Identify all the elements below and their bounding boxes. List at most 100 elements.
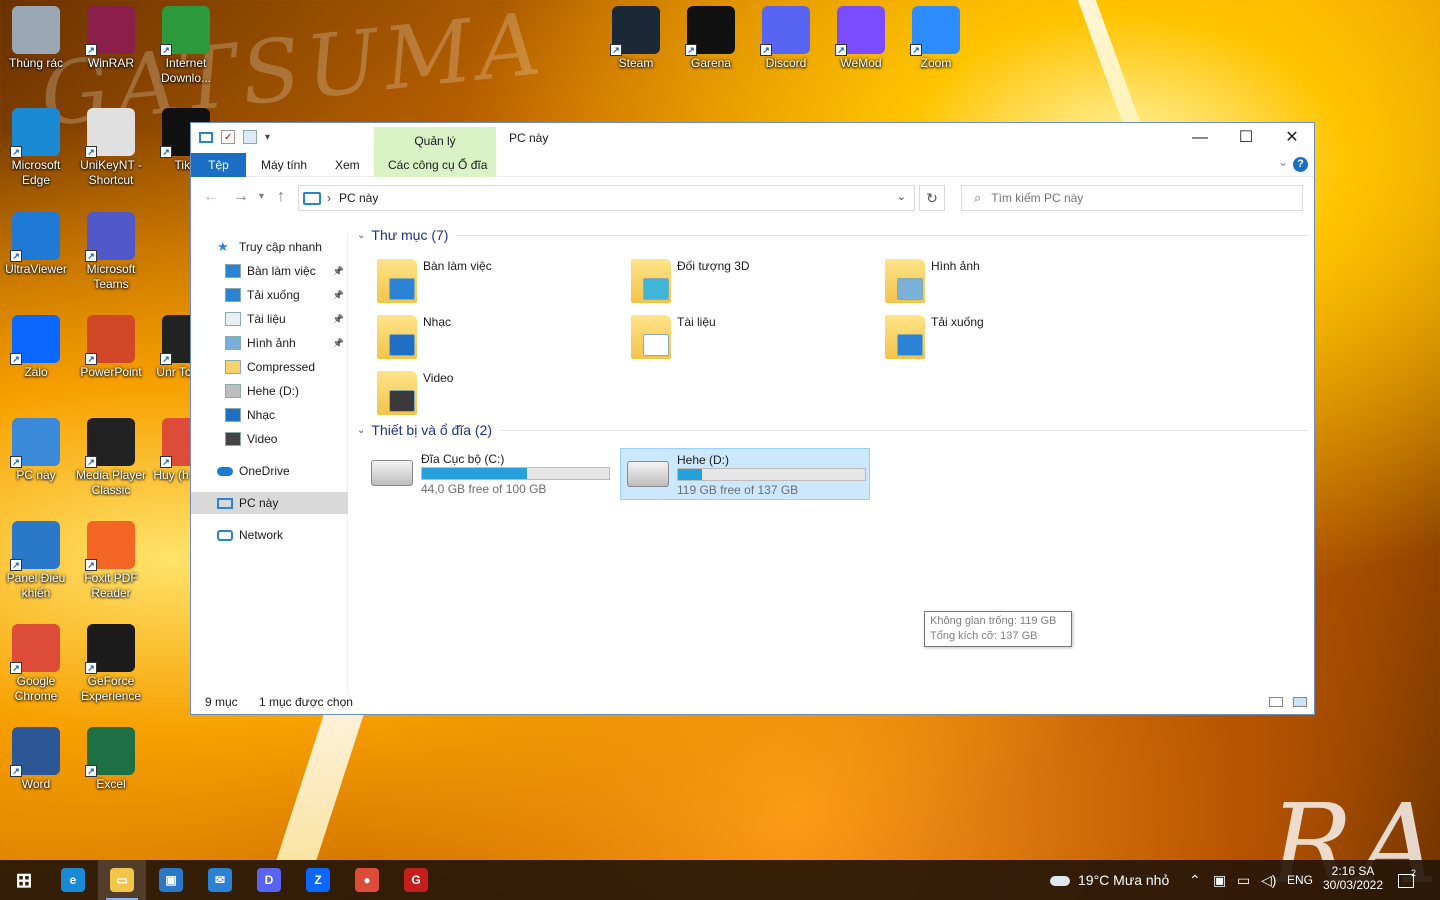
- details-view-icon[interactable]: [1269, 697, 1283, 707]
- drive-item[interactable]: Hehe (D:) 119 GB free of 137 GB: [620, 448, 870, 500]
- nav-onedrive[interactable]: OneDrive: [191, 460, 348, 482]
- search-input[interactable]: [991, 191, 1282, 205]
- drive-item[interactable]: Đĩa Cục bộ (C:) 44,0 GB free of 100 GB: [365, 448, 615, 500]
- desktop-icon-label: Microsoft Teams: [86, 262, 136, 291]
- tab-file[interactable]: Tệp: [191, 153, 246, 177]
- help-icon[interactable]: ?: [1293, 157, 1308, 172]
- taskbar-edge[interactable]: e: [49, 860, 97, 900]
- collapse-icon[interactable]: ⌄: [357, 230, 365, 241]
- desktop-icon-9[interactable]: ↗ Zalo: [0, 315, 74, 380]
- nav-item-4[interactable]: Hình ảnh 📌: [191, 332, 348, 354]
- nav-item-3[interactable]: Tài liệu 📌: [191, 308, 348, 330]
- taskbar-chrome-profile[interactable]: ●: [343, 860, 391, 900]
- title-bar[interactable]: ✓ ▾ Quản lý PC này — ☐ ✕: [191, 123, 1314, 153]
- show-hidden-icons[interactable]: ⌃: [1189, 860, 1201, 900]
- desktop-icon-17[interactable]: ↗ Google Chrome: [0, 624, 74, 704]
- folder-item[interactable]: Tải xuống: [885, 315, 1135, 365]
- desktop-icon-10[interactable]: ↗ PowerPoint: [73, 315, 149, 380]
- maximize-button[interactable]: ☐: [1223, 123, 1269, 153]
- pin-icon[interactable]: 📌: [333, 260, 344, 282]
- taskbar-start-button[interactable]: ⊞: [0, 860, 48, 900]
- folder-item[interactable]: Bàn làm việc: [377, 259, 627, 309]
- search-box[interactable]: ⌕: [961, 185, 1303, 211]
- nav-this-pc[interactable]: PC này: [191, 492, 348, 514]
- desktop-icon-8[interactable]: ↗ Microsoft Teams: [73, 212, 149, 292]
- back-arrow-icon[interactable]: ←: [203, 188, 219, 206]
- chevron-down-icon[interactable]: ⌄: [897, 190, 906, 203]
- recent-dropdown-icon[interactable]: ▾: [259, 191, 264, 202]
- desktop-icon-1[interactable]: Thùng rác: [0, 6, 74, 71]
- folder-item[interactable]: Video: [377, 371, 627, 421]
- collapse-icon[interactable]: ⌄: [357, 425, 365, 436]
- taskbar-file-explorer[interactable]: ▭: [98, 860, 146, 900]
- folder-item[interactable]: Nhạc: [377, 315, 627, 365]
- tab-manage[interactable]: Quản lý: [374, 127, 496, 153]
- close-button[interactable]: ✕: [1269, 123, 1315, 153]
- desktop-icon-18[interactable]: ↗ GeForce Experience: [73, 624, 149, 704]
- up-arrow-icon[interactable]: ↑: [277, 188, 285, 206]
- nav-label: PC này: [239, 496, 279, 510]
- group-header-folders[interactable]: ⌄ Thư mục (7): [357, 227, 1309, 243]
- group-header-drives[interactable]: ⌄ Thiết bị và ổ đĩa (2): [357, 422, 1309, 438]
- desktop-icon-13[interactable]: ↗ Media Player Classic: [73, 418, 149, 498]
- desktop-icon-4[interactable]: ↗ Microsoft Edge: [0, 108, 74, 188]
- folder-item[interactable]: Tài liệu: [631, 315, 881, 365]
- volume-icon[interactable]: ◁): [1261, 860, 1276, 900]
- folder-item[interactable]: Đối tượng 3D: [631, 259, 881, 309]
- desktop-icon-2[interactable]: ↗ WinRAR: [73, 6, 149, 71]
- dropdown-icon[interactable]: ▾: [265, 132, 270, 143]
- forward-arrow-icon[interactable]: →: [233, 188, 249, 206]
- clock[interactable]: 2:16 SA 30/03/2022: [1320, 860, 1386, 900]
- folder-item[interactable]: Hình ảnh: [885, 259, 1135, 309]
- drive-icon: [225, 384, 241, 398]
- breadcrumb-pc[interactable]: PC này: [339, 191, 378, 205]
- taskbar-discord[interactable]: D: [245, 860, 293, 900]
- nav-item-5[interactable]: Compressed: [191, 356, 348, 378]
- nav-item-8[interactable]: Video: [191, 428, 348, 450]
- desktop-icon-3[interactable]: ↗ Internet Downlo...: [148, 6, 224, 86]
- refresh-icon[interactable]: ↻: [919, 185, 945, 211]
- desktop-icon-5[interactable]: ↗ UniKeyNT - Shortcut: [73, 108, 149, 188]
- desktop-icon-22[interactable]: ↗ Garena: [673, 6, 749, 71]
- new-folder-icon[interactable]: [243, 130, 257, 144]
- pin-icon[interactable]: 📌: [333, 308, 344, 330]
- folder-icon: [377, 315, 417, 359]
- desktop-icon-20[interactable]: ↗ Excel: [73, 727, 149, 792]
- nav-network[interactable]: Network: [191, 524, 348, 546]
- tab-computer[interactable]: Máy tính: [261, 153, 307, 177]
- tab-view[interactable]: Xem: [335, 153, 360, 177]
- pc-icon[interactable]: [199, 131, 213, 143]
- network-icon[interactable]: ▭: [1237, 860, 1250, 900]
- desktop-icon-12[interactable]: ↗ PC này: [0, 418, 74, 483]
- taskbar-garena[interactable]: G: [392, 860, 440, 900]
- ribbon-collapse-icon[interactable]: ⌄: [1278, 155, 1288, 169]
- pin-icon[interactable]: 📌: [333, 284, 344, 306]
- taskbar-store[interactable]: ▣: [147, 860, 195, 900]
- nav-quick-access[interactable]: ★ Truy cập nhanh: [191, 236, 348, 258]
- desktop-icon-25[interactable]: ↗ Zoom: [898, 6, 974, 71]
- properties-icon[interactable]: ✓: [221, 130, 235, 144]
- taskbar-zalo[interactable]: Z: [294, 860, 342, 900]
- weather-widget[interactable]: 19°C Mưa nhỏ: [1050, 860, 1169, 900]
- desktop-icon-label: GeForce Experience: [80, 674, 142, 703]
- tab-drive-tools[interactable]: Các công cụ Ổ đĩa: [374, 153, 496, 177]
- address-bar[interactable]: › PC này ⌄: [298, 185, 915, 211]
- desktop-icon-23[interactable]: ↗ Discord: [748, 6, 824, 71]
- pin-icon[interactable]: 📌: [333, 332, 344, 354]
- taskbar-mail[interactable]: ✉: [196, 860, 244, 900]
- language-indicator[interactable]: ENG: [1287, 860, 1313, 900]
- large-icons-view-icon[interactable]: [1293, 697, 1307, 707]
- nav-item-1[interactable]: Bàn làm việc 📌: [191, 260, 348, 282]
- desktop-icon-21[interactable]: ↗ Steam: [598, 6, 674, 71]
- notifications-icon[interactable]: 2: [1398, 860, 1420, 900]
- desktop-icon-24[interactable]: ↗ WeMod: [823, 6, 899, 71]
- desktop-icon-15[interactable]: ↗ Panel Điều khiển: [0, 521, 74, 601]
- minimize-button[interactable]: —: [1177, 123, 1223, 153]
- meet-now-icon[interactable]: ▣: [1213, 860, 1226, 900]
- nav-item-2[interactable]: Tải xuống 📌: [191, 284, 348, 306]
- desktop-icon-16[interactable]: ↗ Foxit PDF Reader: [73, 521, 149, 601]
- nav-item-6[interactable]: Hehe (D:): [191, 380, 348, 402]
- desktop-icon-7[interactable]: ↗ UltraViewer: [0, 212, 74, 277]
- desktop-icon-19[interactable]: ↗ Word: [0, 727, 74, 792]
- nav-item-7[interactable]: Nhạc: [191, 404, 348, 426]
